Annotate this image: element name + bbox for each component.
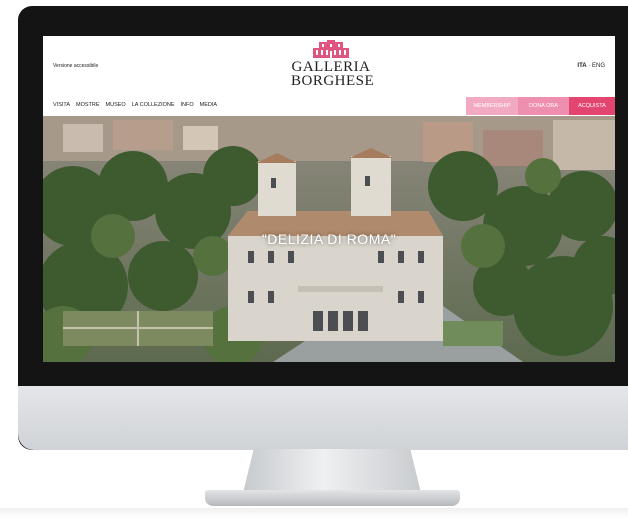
- lang-eng[interactable]: ENG: [592, 63, 605, 69]
- logo-text-borghese: BORGHESE: [291, 73, 375, 89]
- monitor-screen: Versione accessibile GALLERIA BORGHESE I…: [43, 36, 615, 362]
- monitor-stand-neck: [243, 449, 421, 493]
- nav-item-visita[interactable]: VISITA: [53, 102, 70, 108]
- museum-facade-icon: [313, 40, 349, 58]
- nav-actions: MEMBERSHIP DONA ORA ACQUISTA: [466, 97, 615, 115]
- dona-ora-button[interactable]: DONA ORA: [518, 97, 569, 115]
- lang-ita[interactable]: ITA: [577, 63, 586, 69]
- language-switcher: ITA · ENG: [577, 63, 605, 69]
- membership-button[interactable]: MEMBERSHIP: [466, 97, 518, 115]
- logo-text-galleria: GALLERIA: [291, 59, 371, 75]
- site-header: Versione accessibile GALLERIA BORGHESE I…: [43, 36, 615, 116]
- nav-item-media[interactable]: MEDIA: [200, 102, 217, 108]
- nav-item-museo[interactable]: MUSEO: [106, 102, 126, 108]
- hero-title: "DELIZIA DI ROMA": [261, 231, 397, 247]
- galleria-borghese-logo[interactable]: GALLERIA BORGHESE: [291, 40, 375, 98]
- monitor-stand-base: [205, 490, 460, 506]
- acquista-button[interactable]: ACQUISTA: [569, 97, 615, 115]
- accessible-version-link[interactable]: Versione accessibile: [53, 63, 98, 69]
- nav-item-la-collezione[interactable]: LA COLLEZIONE: [132, 102, 175, 108]
- main-nav: VISITA MOSTRE MUSEO LA COLLEZIONE INFO M…: [53, 102, 217, 108]
- nav-item-info[interactable]: INFO: [181, 102, 194, 108]
- desk-surface: [0, 508, 628, 518]
- hero-banner: "DELIZIA DI ROMA": [43, 116, 615, 362]
- monitor-chin: [18, 386, 628, 450]
- nav-item-mostre[interactable]: MOSTRE: [76, 102, 100, 108]
